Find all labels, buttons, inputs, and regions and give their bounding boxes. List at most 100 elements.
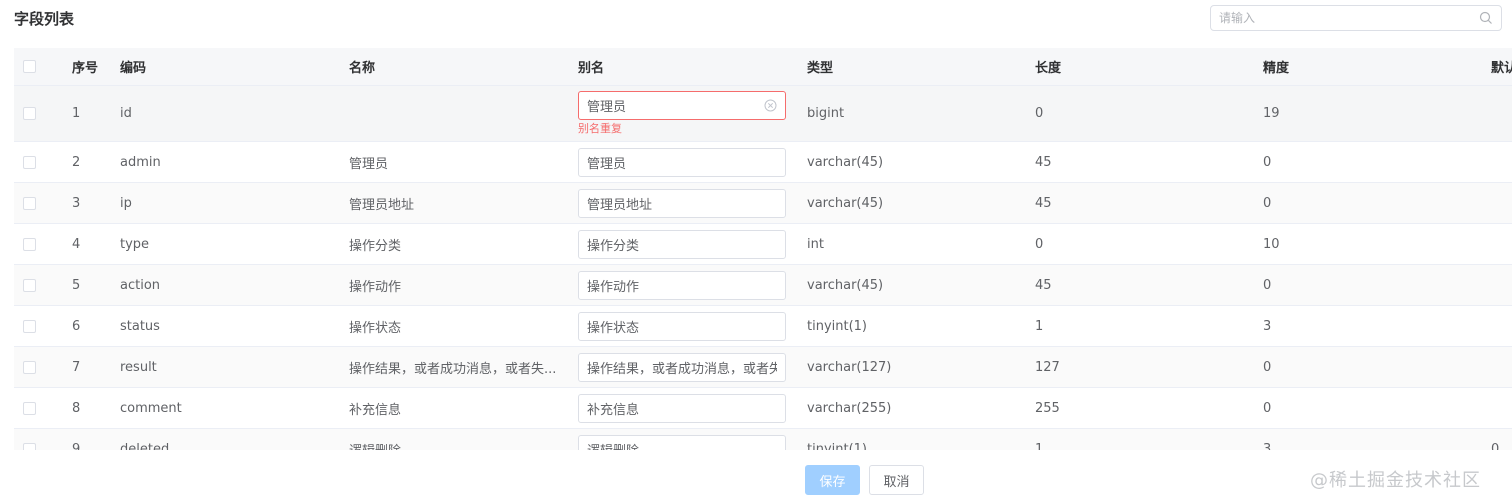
cell-precision: 0 [1263, 387, 1491, 429]
row-checkbox[interactable] [23, 278, 36, 292]
cell-code: comment [120, 387, 349, 429]
cell-default [1491, 305, 1512, 347]
cell-default [1491, 387, 1512, 429]
cell-type: tinyint(1) [807, 305, 1035, 347]
watermark: @稀土掘金技术社区 [1310, 470, 1481, 491]
row-checkbox[interactable] [23, 237, 36, 251]
cell-alias [578, 346, 807, 388]
cell-default [1491, 346, 1512, 388]
cell-name [349, 85, 578, 142]
alias-input[interactable] [578, 311, 786, 341]
cell-seq: 5 [58, 264, 120, 306]
cell-default [1491, 182, 1512, 224]
cell-type: varchar(127) [807, 346, 1035, 388]
cell-alias [578, 141, 807, 183]
row-checkbox[interactable] [23, 401, 36, 415]
cell-code: admin [120, 141, 349, 183]
cell-name: 操作分类 [349, 223, 578, 265]
cell-code: ip [120, 182, 349, 224]
cell-type: varchar(255) [807, 387, 1035, 429]
cell-precision: 0 [1263, 141, 1491, 183]
cell-default [1491, 223, 1512, 265]
cell-type: varchar(45) [807, 182, 1035, 224]
cell-default [1491, 264, 1512, 306]
save-button[interactable]: 保存 [805, 465, 860, 495]
cell-type: varchar(45) [807, 264, 1035, 306]
alias-input[interactable] [578, 352, 786, 382]
alias-input[interactable] [578, 91, 786, 120]
column-header-length: 长度 [1035, 48, 1263, 86]
cell-precision: 0 [1263, 182, 1491, 224]
cell-alias [578, 428, 807, 450]
cell-seq: 2 [58, 141, 120, 183]
cell-length: 45 [1035, 264, 1263, 306]
cell-code: status [120, 305, 349, 347]
cell-seq: 6 [58, 305, 120, 347]
cell-name: 逻辑删除 [349, 428, 578, 450]
search-box[interactable] [1210, 5, 1502, 31]
row-checkbox[interactable] [23, 107, 36, 120]
table-header-row: 序号 编码 名称 别名 类型 长度 精度 默认 [14, 48, 1512, 86]
cell-length: 127 [1035, 346, 1263, 388]
cell-alias [578, 305, 807, 347]
header-select-all[interactable] [14, 48, 58, 86]
cancel-button[interactable]: 取消 [869, 465, 924, 495]
cell-alias [578, 223, 807, 265]
cell-name: 管理员 [349, 141, 578, 183]
row-checkbox[interactable] [23, 196, 36, 210]
cell-length: 45 [1035, 182, 1263, 224]
cell-precision: 10 [1263, 223, 1491, 265]
cell-length: 255 [1035, 387, 1263, 429]
cell-precision: 19 [1263, 85, 1491, 142]
cell-precision: 0 [1263, 264, 1491, 306]
cell-code: action [120, 264, 349, 306]
cell-length: 1 [1035, 428, 1263, 450]
clear-icon[interactable] [764, 99, 777, 112]
cell-seq: 7 [58, 346, 120, 388]
cell-alias [578, 387, 807, 429]
column-header-code: 编码 [120, 48, 349, 86]
select-all-checkbox[interactable] [23, 60, 36, 73]
cell-default [1491, 141, 1512, 183]
search-input[interactable] [1211, 6, 1477, 30]
row-checkbox[interactable] [23, 442, 36, 450]
page-header: 字段列表 [0, 0, 1512, 48]
row-checkbox[interactable] [23, 360, 36, 374]
cell-length: 0 [1035, 85, 1263, 142]
cell-seq: 9 [58, 428, 120, 450]
cell-seq: 4 [58, 223, 120, 265]
cell-precision: 3 [1263, 428, 1491, 450]
cell-precision: 0 [1263, 346, 1491, 388]
alias-input[interactable] [578, 147, 786, 177]
search-icon[interactable] [1479, 11, 1493, 25]
cell-length: 45 [1035, 141, 1263, 183]
table-row: 1 id 别名重复 big [14, 85, 1512, 142]
page: 字段列表 序号 编码 名称 别名 类型 [0, 0, 1512, 502]
field-table: 序号 编码 名称 别名 类型 长度 精度 默认 1 id [14, 48, 1512, 450]
alias-input[interactable] [578, 188, 786, 218]
cell-length: 1 [1035, 305, 1263, 347]
alias-input[interactable] [578, 393, 786, 423]
row-checkbox[interactable] [23, 319, 36, 333]
alias-input[interactable] [578, 270, 786, 300]
cell-code: id [120, 85, 349, 142]
form-footer: 保存 取消 @稀土掘金技术社区 [0, 450, 1512, 502]
column-header-precision: 精度 [1263, 48, 1491, 86]
alias-input[interactable] [578, 434, 786, 450]
cell-alias [578, 182, 807, 224]
cell-precision: 3 [1263, 305, 1491, 347]
cell-type: tinyint(1) [807, 428, 1035, 450]
cell-type: bigint [807, 85, 1035, 142]
row-checkbox[interactable] [23, 155, 36, 169]
alias-input[interactable] [578, 229, 786, 259]
cell-code: type [120, 223, 349, 265]
cell-name: 操作状态 [349, 305, 578, 347]
cell-name: 补充信息 [349, 387, 578, 429]
table-row: 2 admin 管理员 varchar(45) 45 0 [14, 141, 1512, 183]
cell-type: int [807, 223, 1035, 265]
column-header-seq: 序号 [58, 48, 120, 86]
cell-seq: 8 [58, 387, 120, 429]
column-header-default: 默认 [1491, 48, 1512, 86]
page-title: 字段列表 [14, 10, 75, 28]
cell-seq: 3 [58, 182, 120, 224]
